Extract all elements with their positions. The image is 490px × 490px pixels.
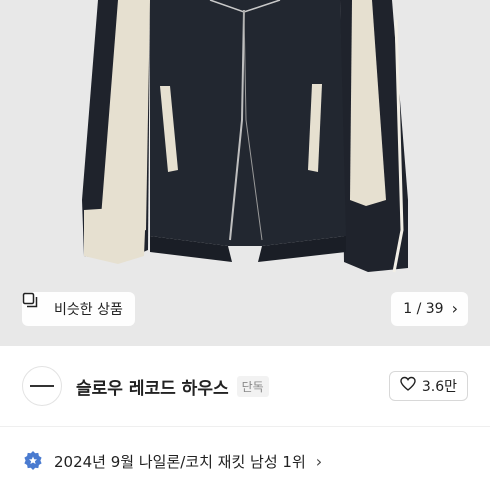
chevron-right-icon: ›: [315, 451, 323, 471]
exclusive-badge: 단독: [236, 375, 269, 397]
like-count: 3.6만: [421, 379, 457, 395]
similar-items-label: 비슷한 상품: [54, 302, 123, 318]
store-avatar[interactable]: [22, 366, 62, 406]
section-divider: [0, 426, 490, 427]
pager-separator: /: [416, 301, 422, 317]
pager-count: 1 / 39: [403, 301, 443, 317]
product-image-gallery[interactable]: 비슷한 상품 1 / 39 ›: [0, 0, 490, 346]
chevron-right-icon: ›: [451, 299, 458, 318]
pager-total: 39: [425, 301, 444, 317]
pager-current: 1: [403, 301, 413, 317]
image-pager-button[interactable]: 1 / 39 ›: [391, 292, 468, 326]
ranking-badge-icon: [22, 450, 44, 472]
store-logo: [30, 385, 54, 387]
ranking-link[interactable]: 2024년 9월 나일론/코치 재킷 남성 1위 ›: [0, 440, 490, 482]
store-name[interactable]: 슬로우 레코드 하우스: [76, 374, 229, 399]
like-button[interactable]: 3.6만: [388, 371, 468, 401]
store-row: 슬로우 레코드 하우스 단독 3.6만: [0, 346, 490, 426]
similar-items-icon: [22, 292, 48, 317]
ranking-text: 2024년 9월 나일론/코치 재킷 남성 1위: [54, 452, 306, 471]
heart-icon: [400, 376, 416, 396]
similar-items-button[interactable]: 비슷한 상품: [22, 292, 135, 326]
